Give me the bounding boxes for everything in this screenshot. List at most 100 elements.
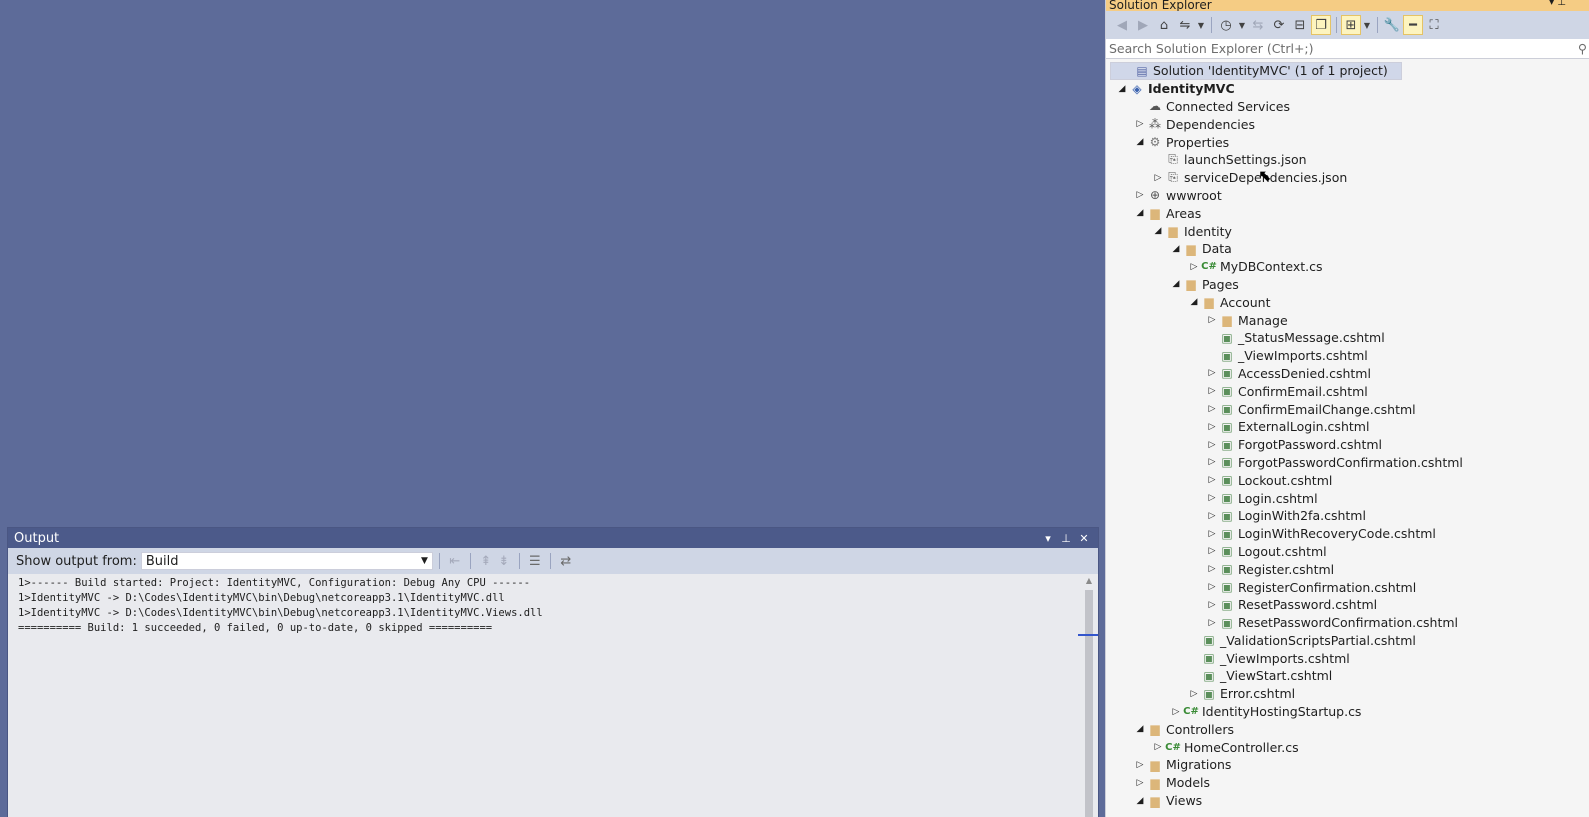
tree-item[interactable]: ▷ ▣ ResetPasswordConfirmation.cshtml bbox=[1106, 614, 1570, 632]
preview-selected-items-icon[interactable]: ⊞ bbox=[1341, 15, 1361, 35]
tree-item[interactable]: ⎘ launchSettings.json bbox=[1106, 151, 1570, 169]
expanded-arrow-icon[interactable]: ◢ bbox=[1116, 84, 1128, 94]
forward-icon[interactable]: ▶ bbox=[1133, 15, 1153, 35]
window-position-dropdown-icon[interactable]: ▾ bbox=[1040, 532, 1056, 545]
tree-item[interactable]: ◢ ◈ IdentityMVC bbox=[1106, 80, 1570, 98]
tree-item[interactable]: ▷ C# IdentityHostingStartup.cs bbox=[1106, 703, 1570, 721]
toggle-word-wrap-icon[interactable]: ⇄ bbox=[557, 552, 575, 570]
collapsed-arrow-icon[interactable]: ▷ bbox=[1206, 529, 1218, 539]
collapsed-arrow-icon[interactable]: ▷ bbox=[1206, 582, 1218, 592]
minus-icon[interactable]: ━ bbox=[1403, 15, 1423, 35]
collapsed-arrow-icon[interactable]: ▷ bbox=[1206, 493, 1218, 503]
collapsed-arrow-icon[interactable]: ▷ bbox=[1206, 600, 1218, 610]
expanded-arrow-icon[interactable]: ◢ bbox=[1170, 244, 1182, 254]
tree-item[interactable]: ◢ ▆ Account bbox=[1106, 293, 1570, 311]
tree-item[interactable]: ▷ ▣ ForgotPassword.cshtml bbox=[1106, 436, 1570, 454]
collapsed-arrow-icon[interactable]: ▷ bbox=[1134, 190, 1146, 200]
tree-item[interactable]: ◢ ▆ Pages bbox=[1106, 276, 1570, 294]
tree-item[interactable]: ◢ ⚙ Properties bbox=[1106, 133, 1570, 151]
show-all-files-icon[interactable]: ❐ bbox=[1311, 15, 1331, 35]
collapsed-arrow-icon[interactable]: ▷ bbox=[1206, 368, 1218, 378]
expanded-arrow-icon[interactable]: ◢ bbox=[1170, 279, 1182, 289]
tree-item[interactable]: ▷ ▣ RegisterConfirmation.cshtml bbox=[1106, 578, 1570, 596]
tree-item[interactable]: ▣ _StatusMessage.cshtml bbox=[1106, 329, 1570, 347]
tree-item[interactable]: ◢ ▆ Identity bbox=[1106, 222, 1570, 240]
back-icon[interactable]: ◀ bbox=[1112, 15, 1132, 35]
tree-item[interactable]: ▷ ⊕ wwwroot bbox=[1106, 187, 1570, 205]
tree-item[interactable]: ▷ ▣ Logout.cshtml bbox=[1106, 543, 1570, 561]
collapsed-arrow-icon[interactable]: ▷ bbox=[1134, 778, 1146, 788]
switch-views-icon[interactable]: ⇋ bbox=[1175, 15, 1195, 35]
tree-item[interactable]: ▷ ▣ Lockout.cshtml bbox=[1106, 471, 1570, 489]
tree-item[interactable]: ▤ Solution 'IdentityMVC' (1 of 1 project) bbox=[1110, 62, 1402, 80]
tree-item[interactable]: ▷ C# HomeController.cs bbox=[1106, 738, 1570, 756]
collapsed-arrow-icon[interactable]: ▷ bbox=[1206, 404, 1218, 414]
chevron-down-icon[interactable]: ▼ bbox=[1196, 15, 1206, 35]
title-controls[interactable]: ▾ ⊥ bbox=[1549, 0, 1566, 8]
collapsed-arrow-icon[interactable]: ▷ bbox=[1188, 262, 1200, 272]
tree-item[interactable]: ▣ _ViewStart.cshtml bbox=[1106, 667, 1570, 685]
tree-item[interactable]: ▣ _ViewImports.cshtml bbox=[1106, 347, 1570, 365]
pending-changes-filter-icon[interactable]: ◷ bbox=[1216, 15, 1236, 35]
tree-item[interactable]: ▷ ▆ Manage bbox=[1106, 311, 1570, 329]
tree-item[interactable]: ▷ ▣ ForgotPasswordConfirmation.cshtml bbox=[1106, 454, 1570, 472]
tree-item[interactable]: ◢ ▆ Areas bbox=[1106, 204, 1570, 222]
collapsed-arrow-icon[interactable]: ▷ bbox=[1188, 689, 1200, 699]
collapsed-arrow-icon[interactable]: ▷ bbox=[1206, 475, 1218, 485]
collapsed-arrow-icon[interactable]: ▷ bbox=[1170, 707, 1182, 717]
tree-item[interactable]: ▷ C# MyDBContext.cs bbox=[1106, 258, 1570, 276]
tree-item[interactable]: ▷ ▣ LoginWith2fa.cshtml bbox=[1106, 507, 1570, 525]
pin-icon[interactable]: ⊥ bbox=[1058, 532, 1074, 545]
collapsed-arrow-icon[interactable]: ▷ bbox=[1206, 386, 1218, 396]
tree-item[interactable]: ▷ ⁂ Dependencies bbox=[1106, 115, 1570, 133]
output-text[interactable]: 1>------ Build started: Project: Identit… bbox=[18, 576, 1080, 817]
tree-item[interactable]: ☁ Connected Services bbox=[1106, 98, 1570, 116]
tree-item[interactable]: ▷ ⎘ serviceDependencies.json bbox=[1106, 169, 1570, 187]
output-source-select[interactable]: Build ▼ bbox=[140, 552, 433, 570]
home-icon[interactable]: ⌂ bbox=[1154, 15, 1174, 35]
chevron-down-icon[interactable]: ▼ bbox=[1362, 15, 1372, 35]
collapsed-arrow-icon[interactable]: ▷ bbox=[1206, 564, 1218, 574]
refresh-icon[interactable]: ⟳ bbox=[1269, 15, 1289, 35]
expanded-arrow-icon[interactable]: ◢ bbox=[1134, 724, 1146, 734]
tree-item[interactable]: ◢ ▆ Data bbox=[1106, 240, 1570, 258]
output-vertical-scrollbar[interactable]: ▲ bbox=[1084, 576, 1094, 817]
tree-item[interactable]: ▷ ▆ Migrations bbox=[1106, 756, 1570, 774]
expanded-arrow-icon[interactable]: ◢ bbox=[1188, 297, 1200, 307]
tree-item[interactable]: ▷ ▣ ExternalLogin.cshtml bbox=[1106, 418, 1570, 436]
collapsed-arrow-icon[interactable]: ▷ bbox=[1206, 511, 1218, 521]
collapse-all-icon[interactable]: ⊟ bbox=[1290, 15, 1310, 35]
tree-item[interactable]: ◢ ▆ Controllers bbox=[1106, 720, 1570, 738]
find-message-in-code-icon[interactable]: ⇤ bbox=[446, 552, 464, 570]
tree-item[interactable]: ▷ ▣ ResetPassword.cshtml bbox=[1106, 596, 1570, 614]
expanded-arrow-icon[interactable]: ◢ bbox=[1152, 226, 1164, 236]
collapsed-arrow-icon[interactable]: ▷ bbox=[1206, 546, 1218, 556]
tree-item[interactable]: ◢ ▆ Views bbox=[1106, 792, 1570, 810]
collapsed-arrow-icon[interactable]: ▷ bbox=[1152, 173, 1164, 183]
collapsed-arrow-icon[interactable]: ▷ bbox=[1134, 760, 1146, 770]
tree-item[interactable]: ▷ ▣ LoginWithRecoveryCode.cshtml bbox=[1106, 525, 1570, 543]
clear-all-icon[interactable]: ☰ bbox=[526, 552, 544, 570]
scrollbar-thumb[interactable] bbox=[1085, 590, 1093, 817]
tree-item[interactable]: ▷ ▣ Register.cshtml bbox=[1106, 560, 1570, 578]
close-icon[interactable]: ✕ bbox=[1076, 532, 1092, 545]
tree-item[interactable]: ▷ ▣ Login.cshtml bbox=[1106, 489, 1570, 507]
collapsed-arrow-icon[interactable]: ▷ bbox=[1206, 315, 1218, 325]
tree-item[interactable]: ▣ _ValidationScriptsPartial.cshtml bbox=[1106, 632, 1570, 650]
tree-item[interactable]: ▣ _ViewImports.cshtml bbox=[1106, 649, 1570, 667]
expanded-arrow-icon[interactable]: ◢ bbox=[1134, 137, 1146, 147]
tree-item[interactable]: ▷ ▣ ConfirmEmailChange.cshtml bbox=[1106, 400, 1570, 418]
search-solution-explorer[interactable]: Search Solution Explorer (Ctrl+;) ⚲ bbox=[1106, 39, 1589, 59]
properties-wrench-icon[interactable]: 🔧 bbox=[1382, 15, 1402, 35]
search-icon[interactable]: ⚲ bbox=[1578, 41, 1587, 56]
tree-item[interactable]: ▷ ▣ Error.cshtml bbox=[1106, 685, 1570, 703]
tree-item[interactable]: ▷ ▣ AccessDenied.cshtml bbox=[1106, 365, 1570, 383]
collapsed-arrow-icon[interactable]: ▷ bbox=[1206, 618, 1218, 628]
previous-message-icon[interactable]: ⇞ bbox=[477, 552, 495, 570]
tree-item[interactable]: ▷ ▆ Models bbox=[1106, 774, 1570, 792]
next-message-icon[interactable]: ⇟ bbox=[495, 552, 513, 570]
tree-item[interactable]: ▷ ▣ ConfirmEmail.cshtml bbox=[1106, 382, 1570, 400]
scroll-up-icon[interactable]: ▲ bbox=[1084, 576, 1094, 585]
collapsed-arrow-icon[interactable]: ▷ bbox=[1206, 440, 1218, 450]
chevron-down-icon[interactable]: ▼ bbox=[1237, 15, 1247, 35]
